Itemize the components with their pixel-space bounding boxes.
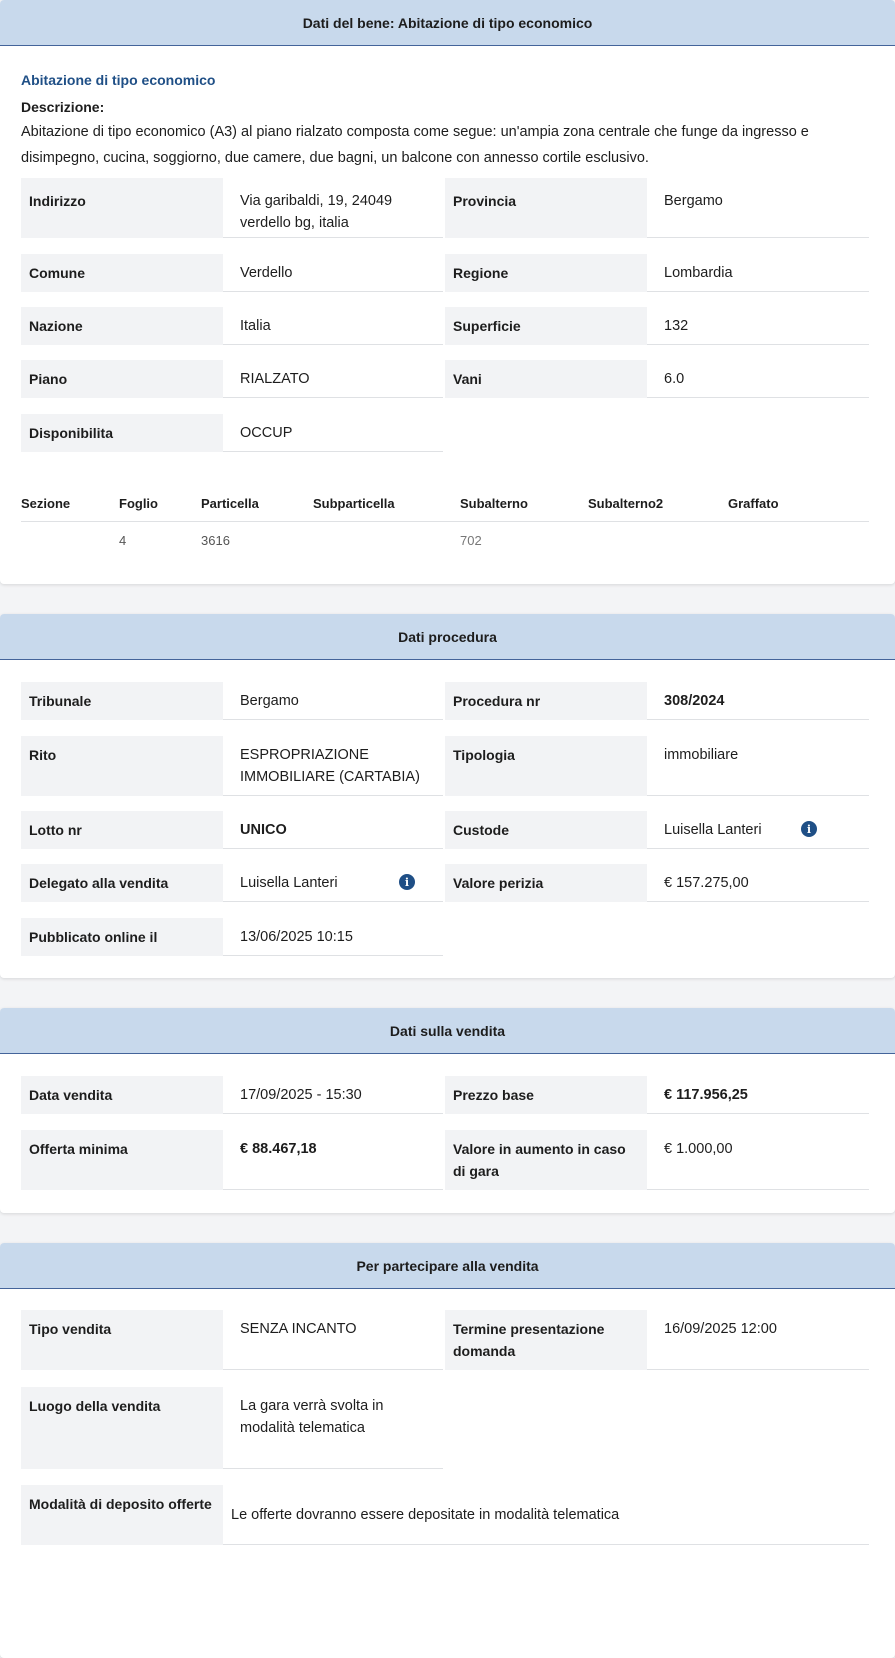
piano-label: Piano xyxy=(21,360,223,398)
custode-label: Custode xyxy=(445,811,647,849)
catasto-header: Subalterno xyxy=(460,487,588,522)
catasto-row: 4 3616 702 xyxy=(21,521,869,559)
tribunale-value: Bergamo xyxy=(223,682,443,720)
tipo-vendita-value: SENZA INCANTO xyxy=(223,1310,443,1370)
card-dati-vendita: Dati sulla vendita Data vendita 17/09/20… xyxy=(0,1008,895,1213)
termine-label: Termine presentazione domanda xyxy=(445,1310,647,1370)
provincia-value: Bergamo xyxy=(647,178,869,238)
bene-subtitle: Abitazione di tipo economico xyxy=(21,72,216,88)
luogo-label: Luogo della vendita xyxy=(21,1387,223,1469)
aumento-label: Valore in aumento in caso di gara xyxy=(445,1130,647,1190)
card-dati-bene: Dati del bene: Abitazione di tipo econom… xyxy=(0,0,895,584)
pubblicato-value: 13/06/2025 10:15 xyxy=(223,918,443,956)
disponibilita-value: OCCUP xyxy=(223,414,443,452)
delegato-label: Delegato alla vendita xyxy=(21,864,223,902)
catasto-cell xyxy=(313,521,460,559)
aumento-value: € 1.000,00 xyxy=(647,1130,869,1190)
tipologia-value: immobiliare xyxy=(647,736,869,796)
provincia-label: Provincia xyxy=(445,178,647,238)
description-text: Abitazione di tipo economico (A3) al pia… xyxy=(21,124,809,166)
nazione-value: Italia xyxy=(223,307,443,345)
vani-label: Vani xyxy=(445,360,647,398)
catasto-cell xyxy=(588,521,728,559)
prezzo-base-label: Prezzo base xyxy=(445,1076,647,1114)
rito-value: ESPROPRIAZIONE IMMOBILIARE (CARTABIA) xyxy=(223,736,443,796)
regione-value: Lombardia xyxy=(647,254,869,292)
indirizzo-value: Via garibaldi, 19, 24049 verdello bg, it… xyxy=(223,178,443,238)
tribunale-label: Tribunale xyxy=(21,682,223,720)
custode-value: Luisella Lanteri xyxy=(647,811,869,849)
termine-value: 16/09/2025 12:00 xyxy=(647,1310,869,1370)
data-vendita-value: 17/09/2025 - 15:30 xyxy=(223,1076,443,1114)
card-header-partecipare: Per partecipare alla vendita xyxy=(0,1243,895,1289)
prezzo-base-value: € 117.956,25 xyxy=(647,1076,869,1114)
info-icon[interactable]: i xyxy=(399,874,415,890)
lotto-label: Lotto nr xyxy=(21,811,223,849)
catasto-header: Foglio xyxy=(119,487,201,522)
catasto-cell: 3616 xyxy=(201,532,230,548)
deposito-label: Modalità di deposito offerte xyxy=(21,1485,223,1545)
catasto-header: Particella xyxy=(201,487,313,522)
card-dati-procedura: Dati procedura Tribunale Bergamo Procedu… xyxy=(0,614,895,978)
perizia-label: Valore perizia xyxy=(445,864,647,902)
catasto-cell: 4 xyxy=(119,532,127,548)
catasto-header: Sezione xyxy=(21,487,119,522)
catasto-cell xyxy=(21,521,119,559)
data-vendita-label: Data vendita xyxy=(21,1076,223,1114)
procedura-nr-value: 308/2024 xyxy=(647,682,869,720)
nazione-label: Nazione xyxy=(21,307,223,345)
tipo-vendita-label: Tipo vendita xyxy=(21,1310,223,1370)
comune-label: Comune xyxy=(21,254,223,292)
catasto-header: Graffato xyxy=(728,487,869,522)
card-header-dati-bene: Dati del bene: Abitazione di tipo econom… xyxy=(0,0,895,46)
tipologia-label: Tipologia xyxy=(445,736,647,796)
perizia-value: € 157.275,00 xyxy=(647,864,869,902)
description-label: Descrizione: xyxy=(21,99,105,115)
regione-label: Regione xyxy=(445,254,647,292)
info-icon[interactable]: i xyxy=(801,821,817,837)
disponibilita-label: Disponibilita xyxy=(21,414,223,452)
rito-label: Rito xyxy=(21,736,223,796)
catasto-header: Subalterno2 xyxy=(588,487,728,522)
vani-value: 6.0 xyxy=(647,360,869,398)
luogo-value: La gara verrà svolta in modalità telemat… xyxy=(223,1387,443,1469)
deposito-value: Le offerte dovranno essere depositate in… xyxy=(223,1485,869,1545)
catasto-cell xyxy=(728,521,869,559)
superficie-label: Superficie xyxy=(445,307,647,345)
card-partecipare: Per partecipare alla vendita Tipo vendit… xyxy=(0,1243,895,1658)
indirizzo-label: Indirizzo xyxy=(21,178,223,238)
piano-value: RIALZATO xyxy=(223,360,443,398)
catasto-cell: 702 xyxy=(460,532,482,548)
catasto-header: Subparticella xyxy=(313,487,460,522)
lotto-value: UNICO xyxy=(223,811,443,849)
card-header-dati-procedura: Dati procedura xyxy=(0,614,895,660)
offerta-minima-label: Offerta minima xyxy=(21,1130,223,1190)
catasto-table: Sezione Foglio Particella Subparticella … xyxy=(21,487,869,559)
procedura-nr-label: Procedura nr xyxy=(445,682,647,720)
catasto-header-row: Sezione Foglio Particella Subparticella … xyxy=(21,487,869,522)
offerta-minima-value: € 88.467,18 xyxy=(223,1130,443,1190)
card-header-dati-vendita: Dati sulla vendita xyxy=(0,1008,895,1054)
comune-value: Verdello xyxy=(223,254,443,292)
superficie-value: 132 xyxy=(647,307,869,345)
pubblicato-label: Pubblicato online il xyxy=(21,918,223,956)
